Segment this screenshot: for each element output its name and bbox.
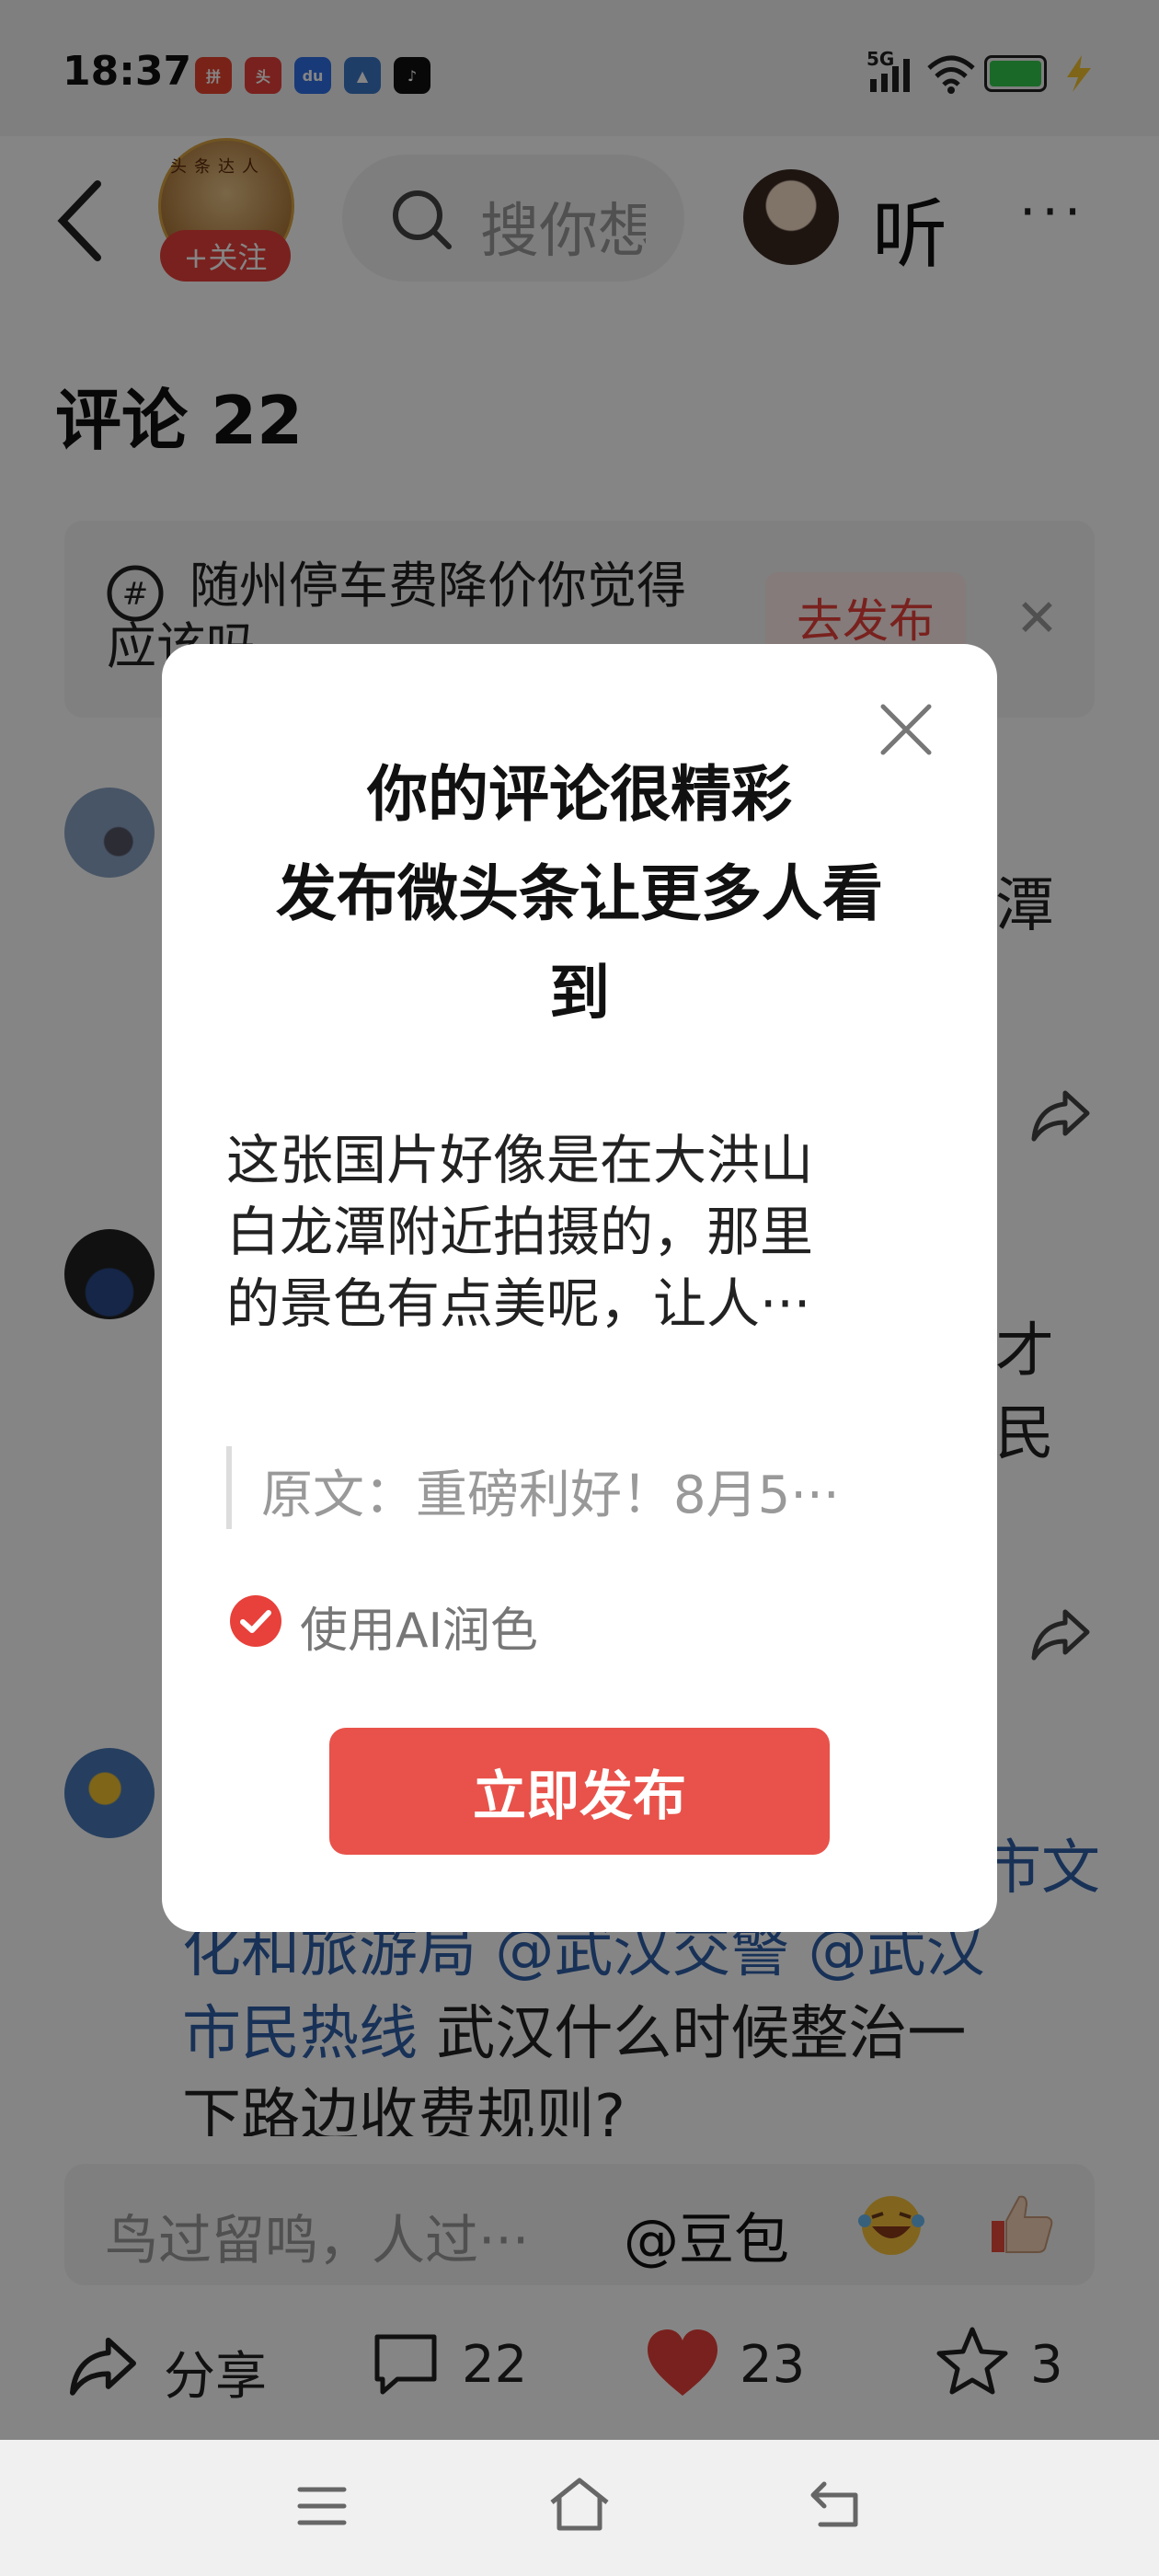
dialog-title-line: 你的评论很精彩 — [367, 759, 792, 830]
checkmark-icon — [240, 1610, 271, 1633]
ai-polish-label[interactable]: 使用AI润色 — [300, 1592, 538, 1661]
dialog-title-line: 到 — [549, 958, 610, 1029]
menu-icon[interactable] — [294, 2480, 350, 2536]
ai-polish-checkbox[interactable] — [230, 1595, 281, 1647]
back-nav-icon[interactable] — [806, 2477, 865, 2536]
dialog-body-line: 的景色有点美呢，让人··· — [226, 1272, 811, 1335]
dialog-title-line: 发布微头条让更多人看 — [276, 858, 883, 929]
original-quote: 原文：重磅利好！8月5··· — [261, 1466, 840, 1525]
dialog-comment-preview: 这张国片好像是在大洪山 白龙潭附近拍摄的，那里 的景色有点美呢，让人··· — [226, 1124, 889, 1340]
publish-now-button[interactable]: 立即发布 — [329, 1728, 830, 1855]
dialog-body-line: 白龙潭附近拍摄的，那里 — [226, 1201, 814, 1263]
dialog-body-line: 这张国片好像是在大洪山 — [226, 1129, 814, 1191]
home-icon[interactable] — [546, 2475, 613, 2537]
dialog-title: 你的评论很精彩 发布微头条让更多人看 到 — [208, 745, 951, 1043]
quote-divider — [226, 1446, 232, 1529]
